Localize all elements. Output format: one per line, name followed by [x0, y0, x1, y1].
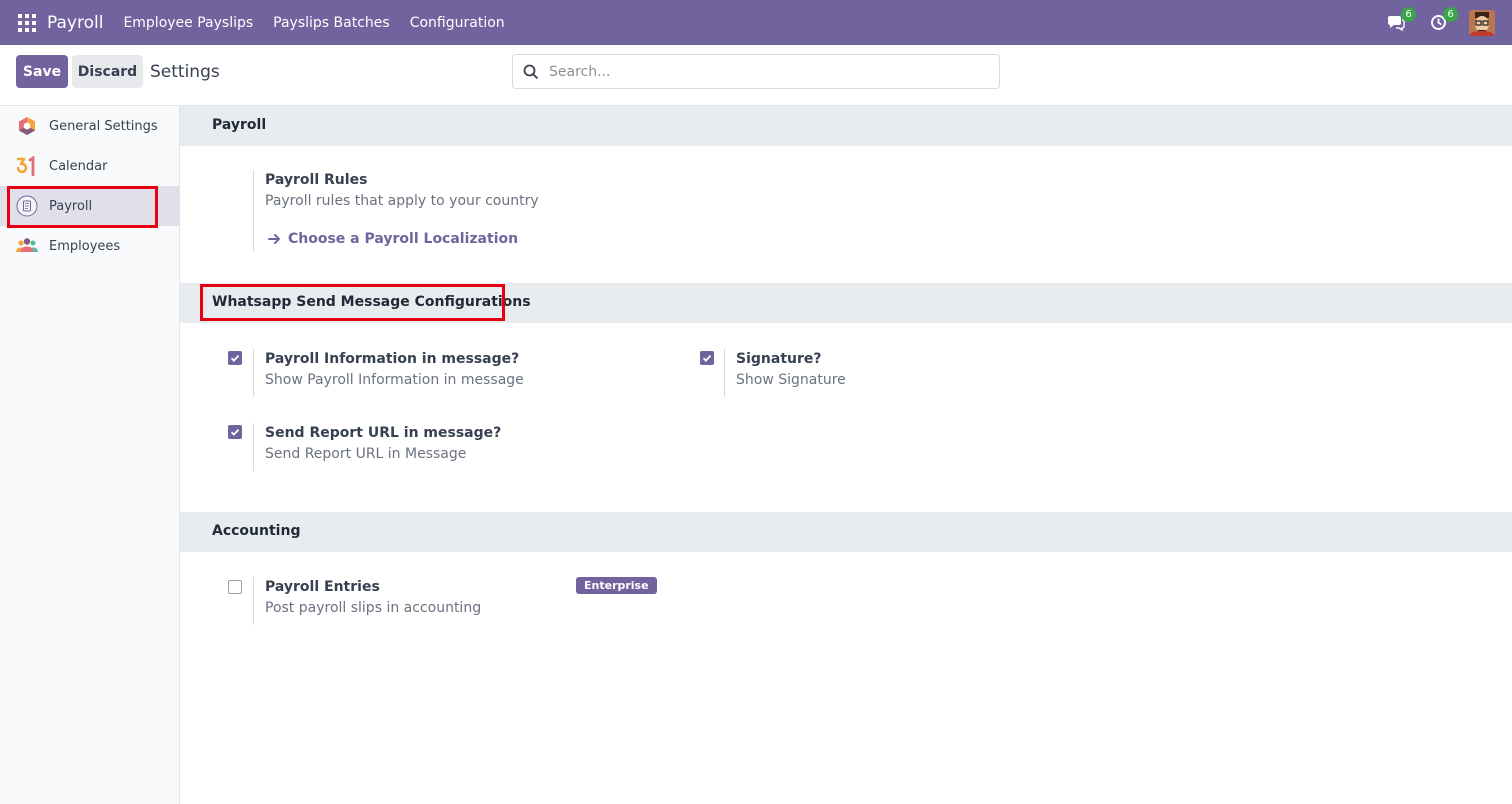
section-header-accounting: Accounting — [180, 512, 1512, 552]
setting-divider — [253, 423, 254, 471]
sidebar-item-employees[interactable]: Employees — [0, 226, 179, 266]
sidebar-item-calendar[interactable]: Calendar — [0, 146, 179, 186]
settings-main: Payroll Payroll Rules Payroll rules that… — [180, 106, 1512, 804]
user-avatar-icon — [1469, 9, 1495, 36]
settings-sidebar: General Settings Calendar Payroll Employ… — [0, 106, 180, 804]
setting-description: Payroll rules that apply to your country — [265, 193, 539, 209]
menu-payslips-batches[interactable]: Payslips Batches — [263, 15, 400, 31]
setting-divider — [253, 170, 254, 252]
checkmark-icon — [230, 428, 240, 436]
setting-title: Send Report URL in message? — [265, 425, 502, 441]
setting-description: Show Payroll Information in message — [265, 372, 524, 388]
user-avatar[interactable] — [1469, 9, 1495, 36]
checkmark-icon — [230, 354, 240, 362]
sidebar-item-general-settings[interactable]: General Settings — [0, 106, 179, 146]
sidebar-item-label: General Settings — [49, 118, 158, 134]
setting-description: Post payroll slips in accounting — [265, 600, 482, 616]
setting-title: Payroll Information in message? — [265, 351, 520, 367]
setting-description: Show Signature — [736, 372, 846, 388]
discard-button[interactable]: Discard — [72, 55, 143, 88]
setting-divider — [253, 349, 254, 397]
app-brand[interactable]: Payroll — [47, 13, 103, 33]
checkmark-icon — [702, 354, 712, 362]
save-button[interactable]: Save — [16, 55, 68, 88]
section-header-whatsapp: Whatsapp Send Message Configurations — [180, 283, 1512, 323]
employees-icon — [16, 235, 38, 257]
sidebar-item-payroll[interactable]: Payroll — [0, 186, 179, 226]
signature-checkbox[interactable] — [700, 351, 714, 365]
activities-count-badge: 6 — [1443, 6, 1458, 22]
sidebar-item-label: Calendar — [49, 158, 108, 174]
setting-divider — [253, 577, 254, 625]
calendar-icon — [16, 155, 38, 177]
payroll-icon — [16, 195, 38, 217]
payroll-information-checkbox[interactable] — [228, 351, 242, 365]
sidebar-item-label: Payroll — [49, 198, 93, 214]
odoo-logo-icon — [16, 115, 38, 137]
messages-count-badge: 6 — [1401, 6, 1416, 22]
menu-employee-payslips[interactable]: Employee Payslips — [113, 15, 263, 31]
enterprise-badge: Enterprise — [576, 577, 657, 594]
setting-title: Payroll Rules — [265, 172, 368, 188]
send-report-url-checkbox[interactable] — [228, 425, 242, 439]
setting-title: Payroll Entries — [265, 579, 380, 595]
setting-description: Send Report URL in Message — [265, 446, 467, 462]
menu-configuration[interactable]: Configuration — [400, 15, 515, 31]
section-header-payroll: Payroll — [180, 106, 1512, 146]
search-icon — [523, 64, 539, 79]
apps-menu-icon[interactable] — [18, 13, 36, 32]
systray: 6 6 — [1385, 0, 1512, 45]
setting-divider — [724, 349, 725, 397]
top-navbar: Payroll Employee Payslips Payslips Batch… — [0, 0, 1512, 45]
payroll-entries-checkbox[interactable] — [228, 580, 242, 594]
section-title: Accounting — [212, 523, 301, 539]
sidebar-item-label: Employees — [49, 238, 121, 254]
section-title: Payroll — [212, 117, 267, 133]
messages-button[interactable]: 6 — [1385, 6, 1416, 34]
activities-button[interactable]: 6 — [1427, 6, 1458, 34]
section-title: Whatsapp Send Message Configurations — [212, 294, 531, 310]
breadcrumb: Settings — [150, 62, 220, 82]
control-panel: Save Discard Settings — [0, 45, 1512, 106]
setting-title: Signature? — [736, 351, 822, 367]
search-input[interactable] — [549, 63, 969, 80]
choose-localization-link[interactable]: Choose a Payroll Localization — [268, 231, 518, 247]
search-box[interactable] — [512, 54, 1000, 89]
arrow-right-icon — [268, 234, 280, 244]
link-label: Choose a Payroll Localization — [288, 231, 519, 247]
